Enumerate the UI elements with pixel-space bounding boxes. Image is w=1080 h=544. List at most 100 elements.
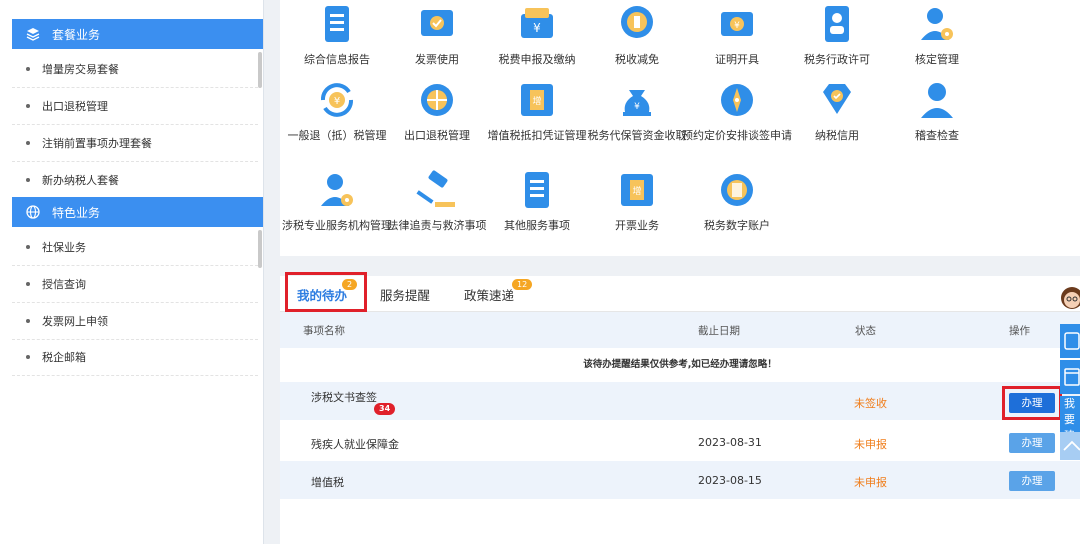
service-label: 税务代保管资金收取: [587, 129, 687, 142]
service-tile[interactable]: ¥ 税费申报及缴纳: [482, 2, 592, 67]
bullet-icon: [26, 104, 30, 108]
count-badge: 34: [374, 403, 396, 415]
service-tile[interactable]: 其他服务事项: [482, 168, 592, 233]
section-title: 特色业务: [52, 205, 101, 220]
svg-text:¥: ¥: [533, 21, 541, 35]
compass-icon: [715, 78, 759, 122]
list-doc-icon: [515, 168, 559, 212]
diamond-check-icon: [815, 78, 859, 122]
service-label: 一般退（抵）税管理: [287, 129, 387, 142]
header-date: 截止日期: [698, 325, 740, 337]
sidebar-item-special-1[interactable]: 社保业务: [12, 229, 258, 266]
section-header-package[interactable]: 套餐业务: [12, 19, 263, 49]
table-header: 事项名称 截止日期 状态 操作: [280, 312, 1080, 348]
scrollbar-thumb[interactable]: [258, 52, 262, 88]
table-row: 增值税 2023-08-15 未申报 办理: [280, 461, 1080, 499]
scrollbar-thumb[interactable]: [258, 230, 262, 268]
permit-icon: [815, 2, 859, 46]
sidebar-item-package-2[interactable]: 出口退税管理: [12, 88, 258, 125]
invoice-icon: [415, 2, 459, 46]
sidebar-item-label: 出口退税管理: [42, 100, 108, 113]
highlight-box: [285, 272, 367, 312]
refund-icon: ¥: [315, 78, 359, 122]
section-header-special[interactable]: 特色业务: [12, 197, 263, 227]
feedback-button[interactable]: [1060, 324, 1080, 358]
svg-text:增: 增: [532, 95, 541, 107]
tab-bar: 我的待办 2 服务提醒 政策速递 12: [280, 272, 1080, 312]
assistant-avatar-icon[interactable]: [1056, 284, 1080, 326]
row-name: 残疾人就业保障金: [311, 438, 399, 451]
service-label: 税费申报及缴纳: [498, 53, 576, 66]
sidebar-item-package-1[interactable]: 增量房交易套餐: [12, 51, 258, 88]
bullet-icon: [26, 245, 30, 249]
service-tile[interactable]: ¥ 税务代保管资金收取: [582, 78, 692, 143]
sidebar-item-label: 新办纳税人套餐: [42, 173, 119, 187]
suggestion-button[interactable]: 我要建议: [1060, 396, 1080, 432]
service-tile[interactable]: 增 开票业务: [582, 168, 692, 233]
sidebar-item-package-4[interactable]: 新办纳税人套餐: [12, 161, 258, 198]
coins-icon: [715, 168, 759, 212]
sidebar-item-package-3[interactable]: 注销前置事项办理套餐: [12, 125, 258, 162]
service-tile[interactable]: 涉税专业服务机构管理: [282, 168, 392, 233]
export-globe-icon: [415, 78, 459, 122]
bullet-icon: [26, 67, 30, 71]
todo-panel: 我的待办 2 服务提醒 政策速递 12 事项名称 截止日期 状态 操作 该待办提…: [280, 272, 1080, 544]
user-gear-icon: [915, 2, 959, 46]
row-status: 未申报: [854, 438, 887, 451]
service-label: 预约定价安排谈签申请: [682, 129, 792, 142]
tax-reduction-icon: [615, 2, 659, 46]
sidebar-item-special-4[interactable]: 税企邮箱: [12, 339, 258, 376]
service-tile[interactable]: 出口退税管理: [382, 78, 492, 143]
header-action: 操作: [1009, 325, 1030, 337]
service-label: 税收减免: [615, 53, 659, 66]
handle-button[interactable]: 办理: [1009, 433, 1055, 453]
row-name: 增值税: [311, 476, 344, 489]
bullet-icon: [26, 355, 30, 359]
service-tile[interactable]: 发票使用: [382, 2, 492, 67]
tab-label: 政策速递: [464, 288, 515, 303]
svg-text:¥: ¥: [334, 96, 340, 107]
sidebar-item-special-2[interactable]: 授信查询: [12, 266, 258, 303]
money-bag-icon: ¥: [615, 78, 659, 122]
bullet-icon: [26, 282, 30, 286]
tab-label: 服务提醒: [380, 288, 431, 303]
bullet-icon: [26, 319, 30, 323]
service-label: 税务行政许可: [804, 53, 870, 66]
service-label: 其他服务事项: [504, 219, 570, 232]
svg-text:增: 增: [632, 185, 641, 197]
header-name: 事项名称: [303, 325, 345, 337]
service-tile[interactable]: 核定管理: [882, 2, 992, 67]
service-tile[interactable]: 纳税信用: [782, 78, 892, 143]
service-tile[interactable]: 预约定价安排谈签申请: [682, 78, 792, 143]
service-tile[interactable]: 综合信息报告: [282, 2, 392, 67]
service-tile[interactable]: ¥ 一般退（抵）税管理: [282, 78, 392, 143]
service-tile[interactable]: 稽查检查: [882, 78, 992, 143]
service-tile[interactable]: 法律追责与救济事项: [382, 168, 492, 233]
service-tile[interactable]: ¥ 证明开具: [682, 2, 792, 67]
sidebar-item-label: 授信查询: [42, 278, 86, 291]
service-tile[interactable]: 税务数字账户: [682, 168, 792, 233]
sidebar-item-label: 税企邮箱: [42, 351, 86, 364]
row-status: 未申报: [854, 476, 887, 489]
handle-button[interactable]: 办理: [1009, 471, 1055, 491]
svg-text:¥: ¥: [734, 21, 740, 31]
tab-badge: 12: [512, 279, 533, 290]
service-tile[interactable]: 增 增值税抵扣凭证管理: [482, 78, 592, 143]
globe-icon: [26, 205, 40, 219]
service-label: 法律追责与救济事项: [387, 219, 487, 232]
service-label: 涉税专业服务机构管理: [282, 219, 392, 232]
service-tile[interactable]: 税收减免: [582, 2, 692, 67]
tab-policy-news[interactable]: 政策速递: [464, 285, 514, 304]
sidebar-item-special-3[interactable]: 发票网上申领: [12, 303, 258, 340]
calendar-button[interactable]: [1060, 360, 1080, 394]
sidebar-item-label: 发票网上申领: [42, 315, 108, 328]
notice-text: 该待办提醒结果仅供参考,如已经办理请忽略！: [583, 359, 777, 370]
service-label: 核定管理: [915, 53, 959, 66]
service-label: 税务数字账户: [704, 219, 770, 232]
tab-service-reminder[interactable]: 服务提醒: [380, 285, 430, 304]
service-label: 稽查检查: [915, 129, 959, 142]
bullet-icon: [26, 177, 30, 182]
back-to-top-button[interactable]: [1060, 432, 1080, 460]
service-tile[interactable]: 税务行政许可: [782, 2, 892, 67]
agency-gear-icon: [315, 168, 359, 212]
